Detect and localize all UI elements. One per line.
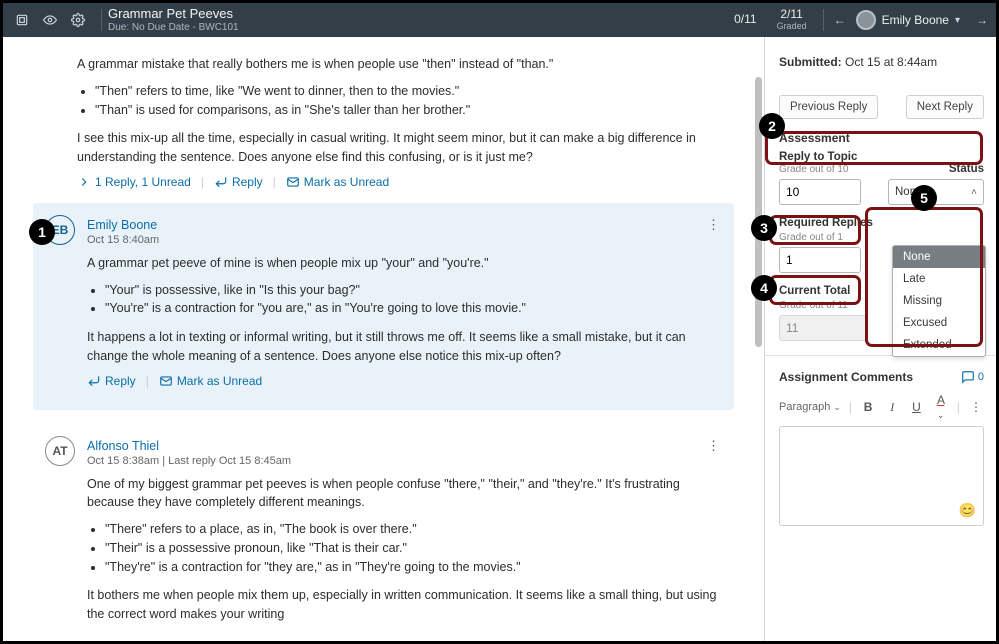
post-bullet: "Then" refers to time, like "We went to … — [95, 82, 734, 101]
status-option-excused[interactable]: Excused — [893, 312, 985, 334]
comments-count[interactable]: 0 — [961, 370, 984, 384]
status-option-missing[interactable]: Missing — [893, 290, 985, 312]
text-color-button[interactable]: A ⌄ — [933, 393, 949, 421]
post-timestamp: Oct 15 8:40am — [87, 234, 718, 246]
post-intro: A grammar mistake that really bothers me… — [77, 55, 734, 74]
assignment-title[interactable]: Grammar Pet Peeves — [108, 6, 239, 22]
speedgrader-icon[interactable] — [11, 9, 33, 31]
assessment-heading: Assessment — [779, 131, 984, 145]
reply-bullet: "They're" is a contraction for "they are… — [105, 558, 718, 577]
annotation-1: 1 — [29, 219, 55, 245]
annotation-2: 2 — [759, 113, 785, 139]
reply-button[interactable]: Reply — [214, 175, 263, 189]
more-options-icon[interactable]: ⋮ — [707, 438, 720, 454]
paragraph-dropdown[interactable]: Paragraph ⌄ — [779, 401, 841, 413]
grade-out-of-11: Grade out of 11 — [779, 300, 848, 311]
post-bullet: "Than" is used for comparisons, as in "S… — [95, 101, 734, 120]
avatar-initials: AT — [45, 436, 75, 466]
assignment-subtitle: Due: No Due Date - BWC101 — [108, 22, 239, 34]
grade-out-of-1: Grade out of 1 — [779, 232, 843, 243]
reply-bullet: "Your" is possessive, like in "Is this y… — [105, 281, 718, 300]
student-name[interactable]: Emily Boone — [882, 13, 949, 27]
editor-more-icon[interactable]: ⋮ — [968, 400, 984, 414]
status-label: Status — [949, 163, 984, 175]
top-bar: Grammar Pet Peeves Due: No Due Date - BW… — [3, 3, 996, 37]
grade-out-of-10: Grade out of 10 — [779, 164, 857, 175]
count-graded: 2/11 Graded — [777, 8, 807, 31]
reply-bullet: "You're" is a contraction for "you are,"… — [105, 299, 718, 318]
reply-nav: Previous Reply Next Reply — [779, 95, 984, 119]
prev-student-arrow[interactable]: ← — [834, 13, 846, 27]
divider — [823, 9, 824, 31]
status-dropdown: None Late Missing Excused Extended — [892, 245, 986, 357]
count-ungraded: 0/11 — [734, 13, 756, 26]
annotation-3: 3 — [751, 215, 777, 241]
reply-to-topic-label: Reply to Topic — [779, 151, 857, 163]
annotation-4: 4 — [751, 275, 777, 301]
required-replies-label: Required Replies — [779, 217, 873, 229]
status-option-extended[interactable]: Extended — [893, 334, 985, 356]
status-option-late[interactable]: Late — [893, 268, 985, 290]
reply-button[interactable]: Reply — [87, 374, 136, 388]
replies-expand[interactable]: 1 Reply, 1 Unread — [77, 175, 191, 189]
eye-icon[interactable] — [39, 9, 61, 31]
title-area: Grammar Pet Peeves Due: No Due Date - BW… — [108, 6, 239, 34]
author-link[interactable]: Alfonso Thiel — [87, 439, 159, 453]
discussion-reply-highlighted: EB ⋮ Emily Boone Oct 15 8:40am A grammar… — [33, 203, 734, 410]
reply-to-topic-grade-input[interactable] — [779, 179, 861, 205]
grading-panel: Submitted: Oct 15 at 8:44am Previous Rep… — [764, 37, 996, 641]
post-timestamp: Oct 15 8:38am | Last reply Oct 15 8:45am — [87, 455, 718, 467]
editor-toolbar: Paragraph ⌄ | B I U A ⌄ | ⋮ — [779, 394, 984, 420]
reply-text: A grammar pet peeve of mine is when peop… — [87, 254, 718, 273]
reply-bullet: "There" refers to a place, as in, "The b… — [105, 520, 718, 539]
bold-button[interactable]: B — [860, 400, 876, 414]
underline-button[interactable]: U — [908, 400, 924, 414]
author-link[interactable]: Emily Boone — [87, 218, 157, 232]
gear-icon[interactable] — [67, 9, 89, 31]
current-total-label: Current Total — [779, 285, 850, 297]
reply-text: It happens a lot in texting or informal … — [87, 328, 718, 366]
emoji-picker-icon[interactable]: 😊 — [959, 502, 976, 519]
italic-button[interactable]: I — [884, 400, 900, 415]
discussion-reply: AT ⋮ Alfonso Thiel Oct 15 8:38am | Last … — [33, 424, 734, 642]
divider — [101, 9, 102, 31]
reply-text: It bothers me when people mix them up, e… — [87, 586, 718, 624]
student-dropdown-icon[interactable]: ▾ — [955, 15, 960, 26]
next-student-arrow[interactable]: → — [976, 13, 988, 27]
discussion-pane: A grammar mistake that really bothers me… — [3, 37, 764, 641]
required-replies-grade-input[interactable] — [779, 247, 861, 273]
annotation-5: 5 — [911, 185, 937, 211]
comment-editor[interactable]: 😊 — [779, 426, 984, 526]
mark-unread-button[interactable]: Mark as Unread — [159, 374, 262, 388]
reply-text: One of my biggest grammar pet peeves is … — [87, 475, 718, 513]
status-option-none[interactable]: None — [893, 246, 985, 268]
more-options-icon[interactable]: ⋮ — [707, 217, 720, 233]
mark-unread-button[interactable]: Mark as Unread — [286, 175, 389, 189]
student-avatar[interactable] — [856, 10, 876, 30]
assignment-comments-heading: Assignment Comments — [779, 370, 913, 384]
next-reply-button[interactable]: Next Reply — [906, 95, 984, 119]
submitted-info: Submitted: Oct 15 at 8:44am — [779, 55, 984, 69]
current-total-display — [779, 315, 867, 341]
post-outro: I see this mix-up all the time, especial… — [77, 129, 734, 167]
reply-bullet: "Their" is a possessive pronoun, like "T… — [105, 539, 718, 558]
previous-reply-button[interactable]: Previous Reply — [779, 95, 878, 119]
